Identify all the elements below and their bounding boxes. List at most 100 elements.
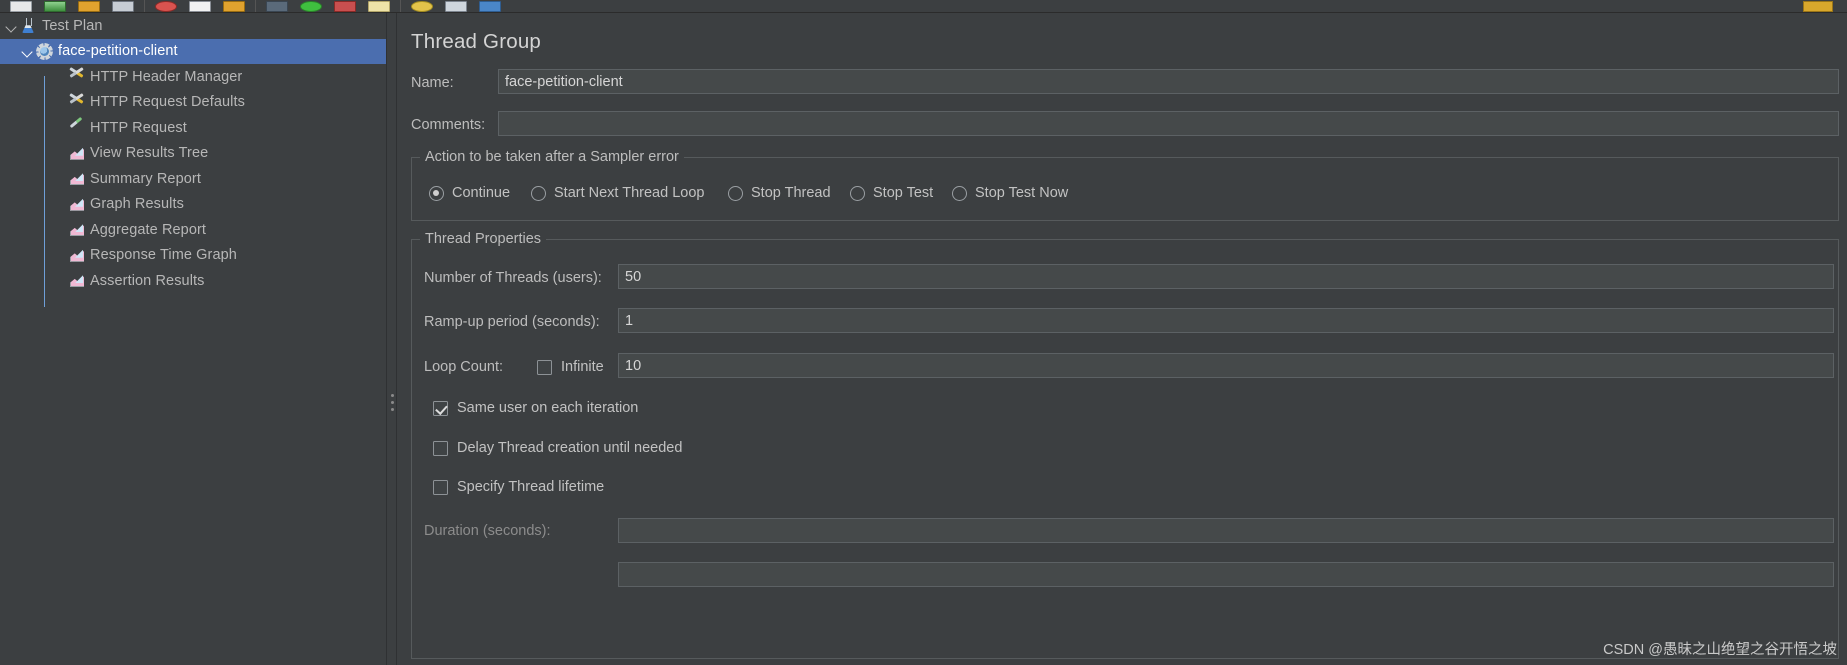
loop-count-label: Loop Count: xyxy=(424,359,504,375)
rampup-period-input[interactable]: 1 xyxy=(618,308,1834,333)
specify-thread-lifetime-checkbox[interactable]: Specify Thread lifetime xyxy=(433,479,604,495)
tree-node-assertion-results[interactable]: Assertion Results xyxy=(0,268,386,307)
checkbox-icon[interactable] xyxy=(433,479,448,495)
radio-stop-thread[interactable]: Stop Thread xyxy=(728,185,831,201)
function-helper-button[interactable] xyxy=(473,0,507,12)
save-disk-icon xyxy=(112,1,134,12)
radio-label: Start Next Thread Loop xyxy=(554,185,705,201)
radio-button-icon[interactable] xyxy=(952,185,967,201)
tree-node-summary-report[interactable]: Summary Report xyxy=(0,166,386,205)
tree-node-aggregate-report[interactable]: Aggregate Report xyxy=(0,217,386,256)
copy-icon xyxy=(189,1,211,12)
templates-icon xyxy=(44,1,66,12)
templates-button[interactable] xyxy=(38,0,72,12)
radio-button-icon[interactable] xyxy=(531,185,546,201)
watermark-text: CSDN @愚昧之山绝望之谷开悟之坡 xyxy=(1603,642,1837,658)
thread-group-gear-icon xyxy=(36,42,53,60)
radio-label: Continue xyxy=(452,185,511,201)
splitter-grip-icon[interactable] xyxy=(391,394,394,411)
blue-square-icon xyxy=(479,1,501,12)
listener-icon xyxy=(68,272,85,289)
comments-label: Comments: xyxy=(411,117,486,133)
cut-button[interactable] xyxy=(149,0,183,12)
tree-node-label: HTTP Request Defaults xyxy=(90,94,245,111)
listener-icon xyxy=(68,221,85,238)
startup-delay-input xyxy=(618,562,1834,587)
tree-node-test-plan[interactable]: Test Plan xyxy=(0,13,386,39)
radio-stop-test-now[interactable]: Stop Test Now xyxy=(952,185,1068,201)
tree-node-label: face-petition-client xyxy=(58,43,178,60)
tree-node-label: HTTP Request xyxy=(90,119,187,136)
radio-button-icon[interactable] xyxy=(850,185,865,201)
radio-stop-test[interactable]: Stop Test xyxy=(850,185,933,201)
radio-label: Stop Thread xyxy=(751,185,831,201)
toolbar-separator xyxy=(251,0,260,12)
tree-node-label: Aggregate Report xyxy=(90,221,207,238)
new-button[interactable] xyxy=(4,0,38,12)
infinite-label: Infinite xyxy=(561,359,604,375)
infinite-checkbox-item[interactable]: Infinite xyxy=(537,359,604,375)
same-user-each-iteration-checkbox[interactable]: Same user on each iteration xyxy=(433,400,638,416)
duration-label: Duration (seconds): xyxy=(424,523,551,539)
main-toolbar xyxy=(0,0,1847,13)
sampler-icon xyxy=(68,119,85,136)
open-folder-icon xyxy=(78,1,100,12)
panel-splitter[interactable] xyxy=(386,13,397,665)
radio-button-icon[interactable] xyxy=(728,185,743,201)
tree-node-label: Test Plan xyxy=(42,17,103,34)
stop-button[interactable] xyxy=(328,0,362,12)
tree-node-http-request-defaults[interactable]: HTTP Request Defaults xyxy=(0,90,386,129)
listener-icon xyxy=(68,170,85,187)
radio-label: Stop Test xyxy=(873,185,934,201)
number-of-threads-label: Number of Threads (users): xyxy=(424,270,602,286)
tree-node-view-results-tree[interactable]: View Results Tree xyxy=(0,141,386,180)
listener-icon xyxy=(68,145,85,162)
radio-label: Stop Test Now xyxy=(975,185,1069,201)
number-of-threads-input[interactable]: 50 xyxy=(618,264,1834,289)
tree-node-label: Assertion Results xyxy=(90,272,205,289)
tree-node-graph-results[interactable]: Graph Results xyxy=(0,192,386,231)
config-element-icon xyxy=(68,68,85,85)
radio-button-icon[interactable] xyxy=(429,185,444,201)
stop-square-icon xyxy=(334,1,356,12)
duration-input xyxy=(618,518,1834,543)
start-button[interactable] xyxy=(294,0,328,12)
checkbox-icon[interactable] xyxy=(537,359,552,375)
jmeter-window: Test Plan face-petition-client HTTP Head… xyxy=(0,0,1847,665)
paste-button[interactable] xyxy=(217,0,251,12)
comments-input[interactable] xyxy=(498,111,1839,136)
chevron-down-icon[interactable] xyxy=(4,18,20,34)
help-button[interactable] xyxy=(405,0,439,12)
open-button[interactable] xyxy=(72,0,106,12)
loop-count-input[interactable]: 10 xyxy=(618,353,1834,378)
rampup-period-label: Ramp-up period (seconds): xyxy=(424,314,600,330)
copy-button[interactable] xyxy=(183,0,217,12)
delay-thread-creation-checkbox[interactable]: Delay Thread creation until needed xyxy=(433,440,682,456)
radio-start-next-thread-loop[interactable]: Start Next Thread Loop xyxy=(531,185,704,201)
tree-node-label: Graph Results xyxy=(90,196,184,213)
clear-button[interactable] xyxy=(362,0,396,12)
tree-node-label: Response Time Graph xyxy=(90,247,237,264)
tree-node-http-header-manager[interactable]: HTTP Header Manager xyxy=(0,64,386,103)
checkbox-icon[interactable] xyxy=(433,400,448,416)
name-label: Name: xyxy=(411,75,454,91)
chevron-down-icon[interactable] xyxy=(20,43,36,59)
test-plan-tree[interactable]: Test Plan face-petition-client HTTP Head… xyxy=(0,13,386,665)
name-input[interactable]: face-petition-client xyxy=(498,69,1839,94)
checkbox-icon[interactable] xyxy=(433,440,448,456)
test-plan-icon xyxy=(20,17,37,34)
cut-icon xyxy=(155,1,177,12)
tree-node-label: Summary Report xyxy=(90,170,201,187)
tree-node-face-petition-client[interactable]: face-petition-client xyxy=(0,38,386,64)
save-button[interactable] xyxy=(106,0,140,12)
toolbar-right-button[interactable] xyxy=(1803,1,1833,12)
screenshot-button[interactable] xyxy=(439,0,473,12)
run-play-icon xyxy=(300,1,322,12)
new-file-icon xyxy=(10,1,32,12)
tree-node-http-request[interactable]: HTTP Request xyxy=(0,115,386,154)
tree-node-response-time-graph[interactable]: Response Time Graph xyxy=(0,243,386,282)
undo-button[interactable] xyxy=(260,0,294,12)
radio-continue[interactable]: Continue xyxy=(429,185,510,201)
thread-properties-group-title: Thread Properties xyxy=(420,231,547,247)
listener-icon xyxy=(68,247,85,264)
